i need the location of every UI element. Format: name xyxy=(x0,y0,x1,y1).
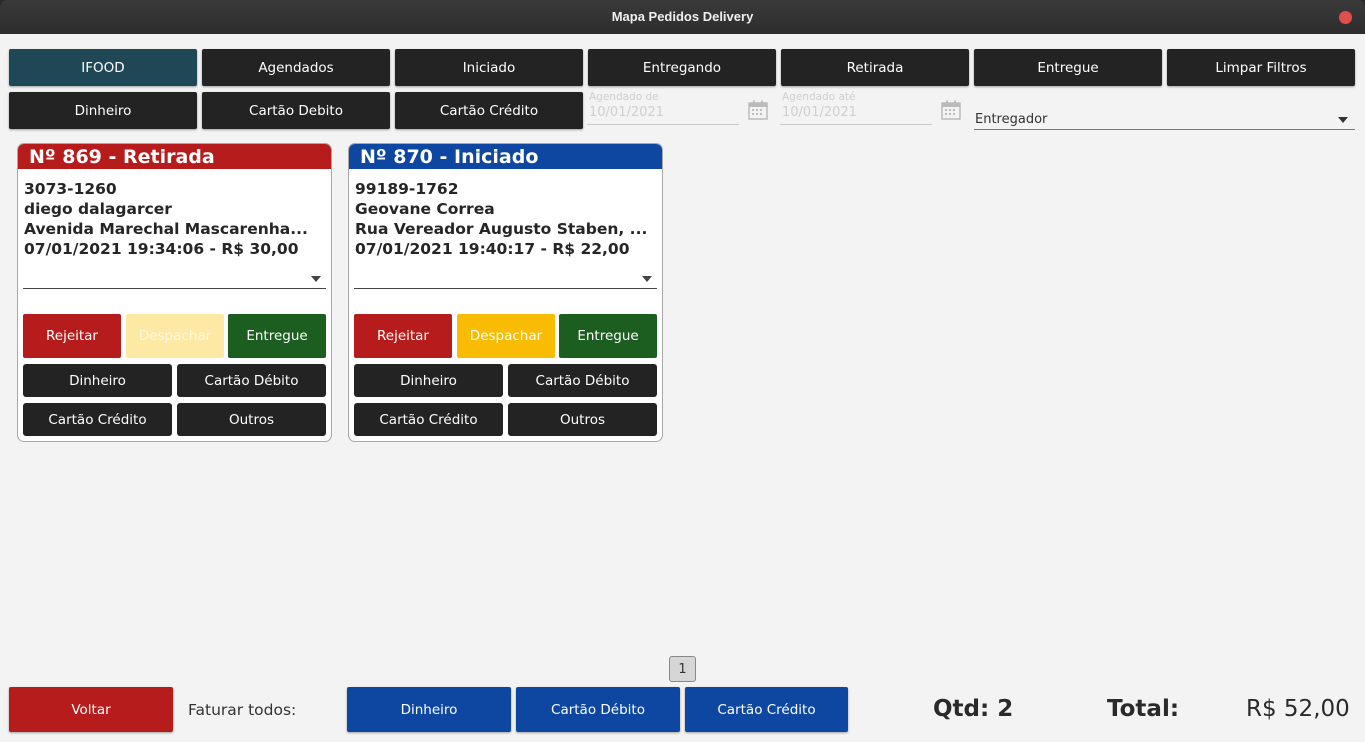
order-address: Rua Vereador Augusto Staben, ... xyxy=(355,220,648,238)
order-card: Nº 870 - Iniciado 99189-1762 Geovane Cor… xyxy=(348,143,663,442)
filter-retirada-button[interactable]: Retirada xyxy=(781,49,969,86)
order-info: 99189-1762 Geovane Correa Rua Vereador A… xyxy=(355,179,647,259)
reject-button[interactable]: Rejeitar xyxy=(354,314,452,358)
order-title: Nº 869 - Retirada xyxy=(18,144,331,169)
close-icon[interactable] xyxy=(1339,11,1352,24)
back-button[interactable]: Voltar xyxy=(9,687,173,732)
chevron-down-icon xyxy=(642,276,652,282)
date-from-value: 10/01/2021 xyxy=(589,105,664,120)
faturar-dinheiro-button[interactable]: Dinheiro xyxy=(347,687,511,732)
date-from-label: Agendado de xyxy=(589,91,659,103)
order-info: 3073-1260 diego dalagarcer Avenida Marec… xyxy=(24,179,308,259)
order-address: Avenida Marechal Mascarenha... xyxy=(24,220,308,238)
filter-iniciado-button[interactable]: Iniciado xyxy=(395,49,583,86)
date-from-field[interactable]: Agendado de 10/01/2021 xyxy=(587,91,739,125)
dispatch-button[interactable]: Despachar xyxy=(126,314,224,358)
order-customer-name: Geovane Correa xyxy=(355,200,495,218)
faturar-cartao-credito-button[interactable]: Cartão Crédito xyxy=(685,687,848,732)
order-entregador-select[interactable] xyxy=(354,269,657,289)
delivered-button[interactable]: Entregue xyxy=(559,314,657,358)
filter-dinheiro-button[interactable]: Dinheiro xyxy=(9,92,197,129)
window-title: Mapa Pedidos Delivery xyxy=(611,9,754,24)
chevron-down-icon xyxy=(311,276,321,282)
clear-filters-button[interactable]: Limpar Filtros xyxy=(1167,49,1355,86)
entregador-select-value: Entregador xyxy=(975,112,1048,127)
chevron-down-icon xyxy=(1338,117,1348,123)
filter-entregue-button[interactable]: Entregue xyxy=(974,49,1162,86)
pagination-page-button[interactable]: 1 xyxy=(669,656,696,682)
date-to-value: 10/01/2021 xyxy=(782,105,857,120)
calendar-icon[interactable] xyxy=(941,100,961,120)
pay-cartao-credito-button[interactable]: Cartão Crédito xyxy=(23,403,172,436)
order-datetime-value: 07/01/2021 19:34:06 - R$ 30,00 xyxy=(24,240,299,258)
faturar-cartao-debito-button[interactable]: Cartão Débito xyxy=(516,687,680,732)
delivered-button[interactable]: Entregue xyxy=(228,314,326,358)
filter-entregando-button[interactable]: Entregando xyxy=(588,49,776,86)
total-value: R$ 52,00 xyxy=(1246,696,1350,722)
main-content: IFOOD Agendados Iniciado Entregando Reti… xyxy=(0,34,1365,742)
order-card: Nº 869 - Retirada 3073-1260 diego dalaga… xyxy=(17,143,332,442)
pay-dinheiro-button[interactable]: Dinheiro xyxy=(354,364,503,397)
entregador-select[interactable]: Entregador xyxy=(974,106,1355,130)
pay-cartao-credito-button[interactable]: Cartão Crédito xyxy=(354,403,503,436)
date-to-label: Agendado até xyxy=(782,91,856,103)
filter-cartao-debito-button[interactable]: Cartão Debito xyxy=(202,92,390,129)
reject-button[interactable]: Rejeitar xyxy=(23,314,121,358)
window-titlebar: Mapa Pedidos Delivery xyxy=(0,0,1365,34)
pay-outros-button[interactable]: Outros xyxy=(177,403,326,436)
filter-cartao-credito-button[interactable]: Cartão Crédito xyxy=(395,92,583,129)
order-entregador-select[interactable] xyxy=(23,269,326,289)
order-phone: 99189-1762 xyxy=(355,180,459,198)
calendar-icon[interactable] xyxy=(748,100,768,120)
pay-cartao-debito-button[interactable]: Cartão Débito xyxy=(177,364,326,397)
date-to-field[interactable]: Agendado até 10/01/2021 xyxy=(780,91,932,125)
total-label: Total: xyxy=(1107,696,1180,722)
filter-agendados-button[interactable]: Agendados xyxy=(202,49,390,86)
dispatch-button[interactable]: Despachar xyxy=(457,314,555,358)
pay-outros-button[interactable]: Outros xyxy=(508,403,657,436)
pay-dinheiro-button[interactable]: Dinheiro xyxy=(23,364,172,397)
order-title: Nº 870 - Iniciado xyxy=(349,144,662,169)
order-customer-name: diego dalagarcer xyxy=(24,200,172,218)
order-datetime-value: 07/01/2021 19:40:17 - R$ 22,00 xyxy=(355,240,630,258)
order-count: Qtd: 2 xyxy=(933,696,1014,722)
order-phone: 3073-1260 xyxy=(24,180,117,198)
pay-cartao-debito-button[interactable]: Cartão Débito xyxy=(508,364,657,397)
faturar-todos-label: Faturar todos: xyxy=(188,701,297,719)
filter-ifood-button[interactable]: IFOOD xyxy=(9,49,197,86)
